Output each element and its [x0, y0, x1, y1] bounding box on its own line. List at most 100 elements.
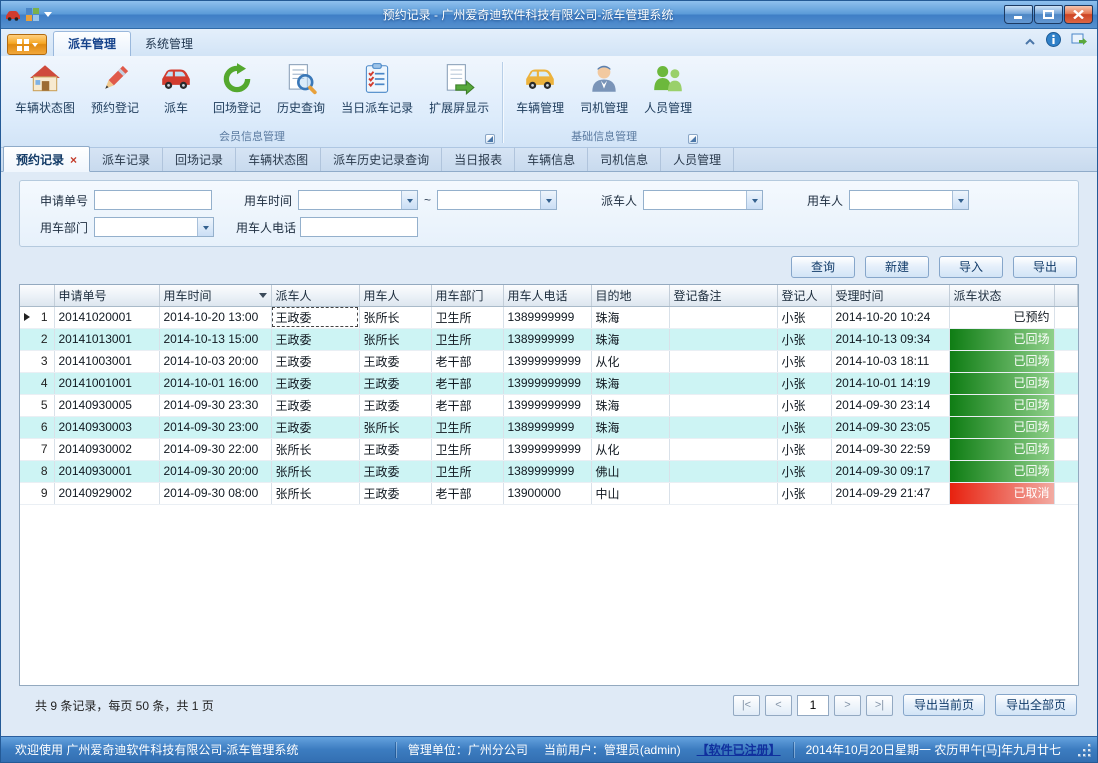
layout-grid-icon[interactable]	[25, 7, 40, 22]
cell[interactable]: 2014-09-30 22:59	[831, 438, 949, 460]
doc-tab-7[interactable]: 司机信息	[588, 147, 661, 171]
column-header-6[interactable]: 目的地	[591, 285, 669, 306]
cell[interactable]: 佛山	[591, 460, 669, 482]
table-row[interactable]: 7201409300022014-09-30 22:00张所长王政委卫生所139…	[20, 438, 1078, 460]
cell[interactable]: 2014-10-13 15:00	[159, 328, 271, 350]
ribbon-button-1-2[interactable]: 人员管理	[636, 58, 700, 119]
ribbon-button-0-6[interactable]: 扩展屏显示	[421, 58, 497, 119]
cell[interactable]: 王政委	[359, 482, 431, 504]
column-header-2[interactable]: 派车人	[271, 285, 359, 306]
cell[interactable]: 卫生所	[431, 328, 503, 350]
column-header-7[interactable]: 登记备注	[669, 285, 777, 306]
cell[interactable]: 张所长	[271, 438, 359, 460]
table-row[interactable]: 1201410200012014-10-20 13:00王政委张所长卫生所138…	[20, 306, 1078, 328]
cell[interactable]: 20141020001	[54, 306, 159, 328]
cell[interactable]: 小张	[777, 416, 831, 438]
filter-dropdown-icon[interactable]	[259, 293, 267, 302]
cell[interactable]: 13999999999	[503, 350, 591, 372]
query-button[interactable]: 查询	[791, 256, 855, 278]
doc-tab-3[interactable]: 车辆状态图	[236, 147, 321, 171]
cell[interactable]: 小张	[777, 438, 831, 460]
department-dropdown[interactable]	[94, 217, 214, 237]
cell[interactable]	[669, 416, 777, 438]
close-tab-icon[interactable]: ×	[70, 155, 77, 165]
import-button[interactable]: 导入	[939, 256, 1003, 278]
column-header-4[interactable]: 用车部门	[431, 285, 503, 306]
cell[interactable]: 2014-09-30 23:30	[159, 394, 271, 416]
table-row[interactable]: 6201409300032014-09-30 23:00王政委张所长卫生所138…	[20, 416, 1078, 438]
page-number-input[interactable]	[797, 695, 829, 716]
cell[interactable]: 2014-10-03 20:00	[159, 350, 271, 372]
new-button[interactable]: 新建	[865, 256, 929, 278]
cell[interactable]: 13999999999	[503, 372, 591, 394]
doc-tab-4[interactable]: 派车历史记录查询	[321, 147, 442, 171]
doc-tab-5[interactable]: 当日报表	[442, 147, 515, 171]
next-page-button[interactable]: >	[834, 695, 861, 716]
first-page-button[interactable]: |<	[733, 695, 760, 716]
cell[interactable]	[669, 482, 777, 504]
cell[interactable]: 2014-09-30 20:00	[159, 460, 271, 482]
cell[interactable]: 珠海	[591, 328, 669, 350]
dialog-launcher-icon[interactable]	[485, 134, 495, 144]
cell[interactable]: 1389999999	[503, 416, 591, 438]
cell[interactable]	[669, 460, 777, 482]
phone-input[interactable]	[300, 217, 418, 237]
ribbon-button-0-3[interactable]: 回场登记	[205, 58, 269, 119]
ribbon-tab-dispatch[interactable]: 派车管理	[53, 31, 131, 56]
cell[interactable]: 2014-09-29 21:47	[831, 482, 949, 504]
cell[interactable]	[669, 372, 777, 394]
cell[interactable]: 张所长	[359, 328, 431, 350]
column-header-3[interactable]: 用车人	[359, 285, 431, 306]
prev-page-button[interactable]: <	[765, 695, 792, 716]
ribbon-button-1-0[interactable]: 车辆管理	[508, 58, 572, 119]
cell[interactable]: 小张	[777, 394, 831, 416]
cell[interactable]: 2014-09-30 09:17	[831, 460, 949, 482]
cell[interactable]: 2014-09-30 23:14	[831, 394, 949, 416]
cell[interactable]: 卫生所	[431, 438, 503, 460]
cell[interactable]: 2014-10-13 09:34	[831, 328, 949, 350]
cell[interactable]: 从化	[591, 350, 669, 372]
cell[interactable]: 1389999999	[503, 460, 591, 482]
cell[interactable]: 张所长	[271, 482, 359, 504]
cell[interactable]: 小张	[777, 350, 831, 372]
collapse-ribbon-icon[interactable]	[1024, 33, 1036, 51]
doc-tab-1[interactable]: 派车记录	[90, 147, 163, 171]
app-menu-button[interactable]	[7, 34, 47, 55]
cell[interactable]	[669, 394, 777, 416]
use-time-to-dropdown[interactable]	[437, 190, 557, 210]
cell[interactable]: 老干部	[431, 350, 503, 372]
cell[interactable]: 张所长	[359, 306, 431, 328]
chevron-down-icon[interactable]	[540, 191, 556, 209]
cell[interactable]: 张所长	[359, 416, 431, 438]
cell[interactable]: 王政委	[271, 372, 359, 394]
table-row[interactable]: 4201410010012014-10-01 16:00王政委王政委老干部139…	[20, 372, 1078, 394]
cell[interactable]: 珠海	[591, 372, 669, 394]
cell[interactable]: 王政委	[271, 350, 359, 372]
ribbon-button-0-5[interactable]: 当日派车记录	[333, 58, 421, 119]
cell[interactable]: 13999999999	[503, 438, 591, 460]
cell[interactable]: 卫生所	[431, 460, 503, 482]
resize-grip[interactable]	[1077, 743, 1091, 757]
quick-access-dropdown-icon[interactable]	[44, 12, 52, 21]
cell[interactable]: 20140930002	[54, 438, 159, 460]
license-registered-link[interactable]: 【软件已注册】	[689, 741, 789, 758]
cell[interactable]: 2014-10-20 13:00	[159, 306, 271, 328]
table-row[interactable]: 5201409300052014-09-30 23:30王政委王政委老干部139…	[20, 394, 1078, 416]
cell[interactable]: 2014-10-01 16:00	[159, 372, 271, 394]
cell[interactable]: 王政委	[271, 328, 359, 350]
cell[interactable]: 20141013001	[54, 328, 159, 350]
chevron-down-icon[interactable]	[952, 191, 968, 209]
cell[interactable]: 老干部	[431, 394, 503, 416]
table-row[interactable]: 9201409290022014-09-30 08:00张所长王政委老干部139…	[20, 482, 1078, 504]
cell[interactable]: 2014-09-30 08:00	[159, 482, 271, 504]
column-header-5[interactable]: 用车人电话	[503, 285, 591, 306]
cell[interactable]: 小张	[777, 328, 831, 350]
minimize-button[interactable]	[1004, 5, 1033, 24]
chevron-down-icon[interactable]	[746, 191, 762, 209]
dispatcher-dropdown[interactable]	[643, 190, 763, 210]
cell[interactable]	[669, 438, 777, 460]
cell[interactable]: 2014-10-20 10:24	[831, 306, 949, 328]
ribbon-tab-system[interactable]: 系统管理	[131, 32, 207, 56]
cell[interactable]: 20141001001	[54, 372, 159, 394]
ribbon-button-0-1[interactable]: 预约登记	[83, 58, 147, 119]
